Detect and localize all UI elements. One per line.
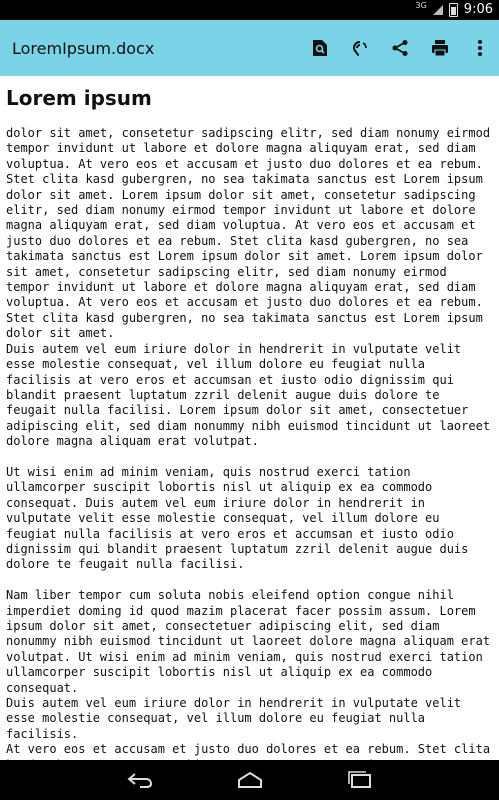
voice-read-icon[interactable] [349,37,371,59]
document-filename: LoremIpsum.docx [12,38,155,58]
network-type-label: 3G [415,0,427,10]
home-icon[interactable] [230,765,270,795]
back-icon[interactable] [120,765,160,795]
more-icon[interactable] [469,37,491,59]
status-time: 9:06 [463,2,493,17]
paragraph: At vero eos et accusam et justo duo dolo… [6,742,491,760]
share-icon[interactable] [389,37,411,59]
paragraph: Duis autem vel eum iriure dolor in hendr… [6,696,462,741]
status-icons: 3G 9:06 [415,0,494,17]
app-bar: LoremIpsum.docx [0,20,499,76]
paragraph: Duis autem vel eum iriure dolor in hendr… [6,341,491,449]
document-viewer[interactable]: Lorem ipsum dolor sit amet, consetetur s… [0,76,499,760]
print-icon[interactable] [429,37,451,59]
paragraph: Nam liber tempor cum soluta nobis eleife… [6,588,491,695]
document-title: Lorem ipsum [6,86,152,110]
battery-icon [448,2,458,17]
paragraph: Ut wisi enim ad minim veniam, quis nostr… [6,464,469,572]
navigation-bar [0,760,499,800]
paragraph: dolor sit amet, consetetur sadipscing el… [6,126,491,341]
app-bar-actions [309,37,491,59]
status-bar: 3G 9:06 [0,0,499,20]
document-body: dolor sit amet, consetetur sadipscing el… [6,126,493,760]
recent-apps-icon[interactable] [340,765,380,795]
signal-icon [432,4,443,15]
search-icon[interactable] [309,37,331,59]
